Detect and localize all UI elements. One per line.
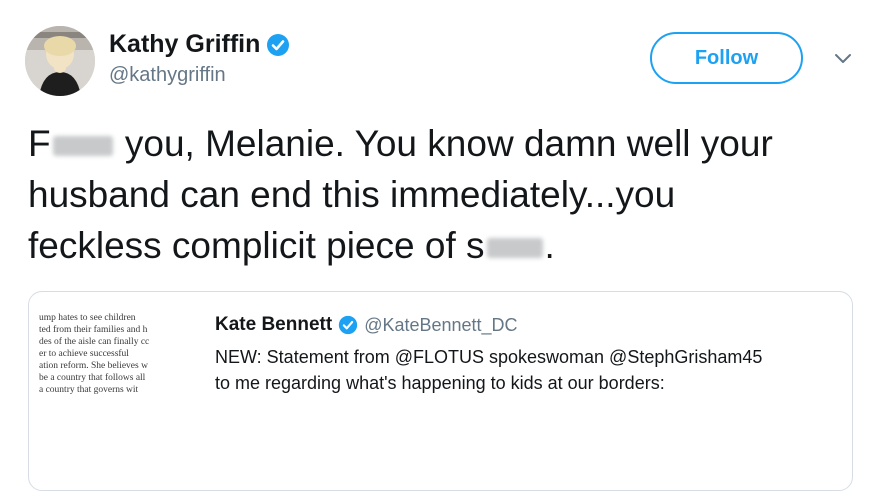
quoted-tweet-text: NEW: Statement from @FLOTUS spokeswoman … <box>215 344 762 396</box>
quoted-tweet-line-1: NEW: Statement from @FLOTUS spokeswoman … <box>215 347 763 367</box>
tweet-line-1-end: you, Melanie. You know damn well your <box>114 123 773 164</box>
image-text-line: a country that governs wit <box>39 385 139 395</box>
author-avatar[interactable] <box>25 26 95 96</box>
quoted-tweet-line-2: to me regarding what's happening to kids… <box>215 373 665 393</box>
chevron-down-icon[interactable] <box>833 52 853 66</box>
quoted-tweet-header: Kate Bennett @KateBennett_DC <box>215 314 518 336</box>
image-text-line: ation reform. She believes w <box>39 361 148 371</box>
tweet-line-3: feckless complicit piece of s. <box>28 220 873 271</box>
tweet-line-1-start: F <box>28 123 51 164</box>
image-text-line: be a country that follows all <box>39 373 146 383</box>
quoted-author-name[interactable]: Kate Bennett <box>215 314 332 336</box>
quoted-tweet-card[interactable]: ump hates to see children ted from their… <box>28 291 853 491</box>
tweet-line-3-end: . <box>544 225 555 266</box>
author-name-row: Kathy Griffin <box>109 30 290 59</box>
follow-button[interactable]: Follow <box>650 32 803 84</box>
quoted-author-handle[interactable]: @KateBennett_DC <box>364 315 517 336</box>
tweet-line-2: husband can end this immediately...you <box>28 174 676 215</box>
censored-word <box>52 136 113 157</box>
tweet-text: F you, Melanie. You know damn well your … <box>28 118 873 271</box>
image-text-line: des of the aisle can finally cc <box>39 337 150 347</box>
verified-badge-icon <box>338 315 358 335</box>
image-text-line: ted from their families and h <box>39 325 148 335</box>
image-text-line: er to achieve successful <box>39 349 129 359</box>
image-text-line: ump hates to see children <box>39 313 136 323</box>
author-name[interactable]: Kathy Griffin <box>109 30 260 59</box>
tweet-line-3-start: feckless complicit piece of s <box>28 225 485 266</box>
author-handle[interactable]: @kathygriffin <box>109 64 226 87</box>
verified-badge-icon <box>266 33 290 57</box>
quoted-tweet-image[interactable]: ump hates to see children ted from their… <box>39 312 229 432</box>
censored-word <box>486 238 543 259</box>
tweet-line-1: F you, Melanie. You know damn well your <box>28 118 873 169</box>
